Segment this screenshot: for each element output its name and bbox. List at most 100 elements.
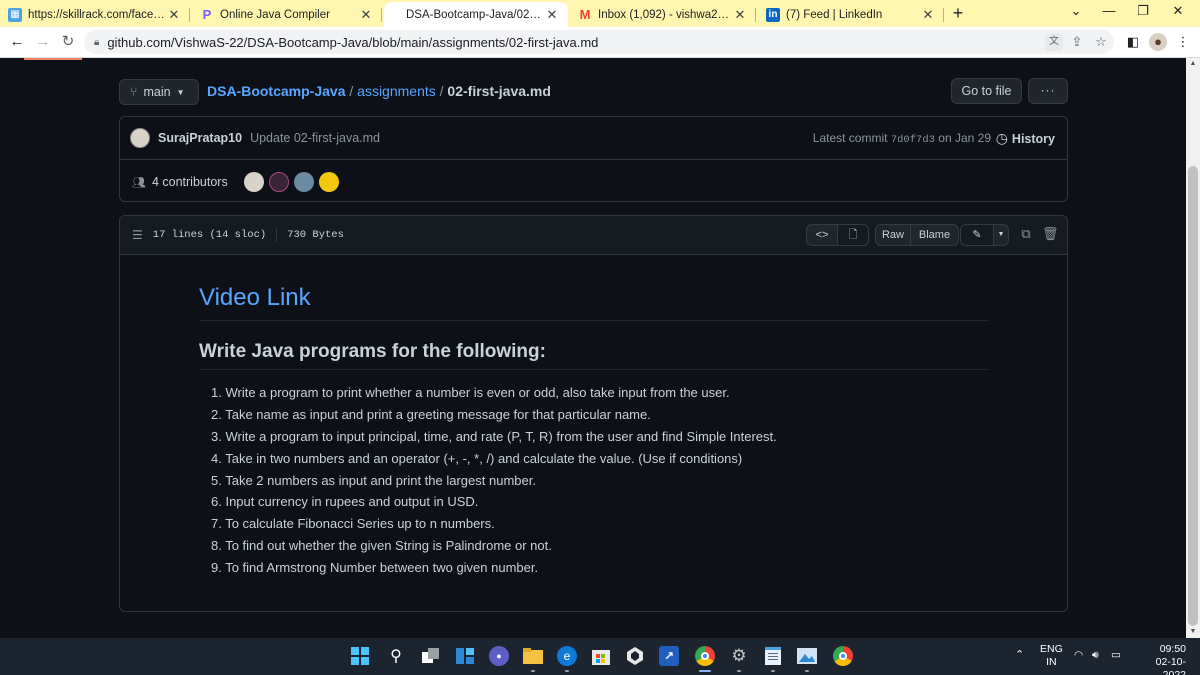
translate-icon[interactable]: 文 [1045,33,1063,51]
breadcrumb-repo-link[interactable]: DSA-Bootcamp-Java [207,83,345,99]
tab-online-java-compiler[interactable]: P Online Java Compiler ✕ [192,2,382,27]
language-indicator[interactable]: ENG IN [1040,643,1063,669]
store-icon[interactable] [591,646,611,666]
raw-button[interactable]: Raw [875,224,911,246]
list-item: 8. To find out whether the given String … [211,538,552,554]
list-item: 1. Write a program to print whether a nu… [211,385,730,400]
task-view-icon[interactable] [421,646,441,666]
running-indicator [531,670,535,672]
contributor-avatar[interactable] [243,172,264,192]
copy-icon[interactable]: ⧉ [1018,226,1034,242]
edit-pencil-icon[interactable]: ✎ [960,224,994,246]
list-item: 9. To find Armstrong Number between two … [211,560,539,576]
tab-search-icon[interactable]: ⌄ [1063,3,1089,19]
chrome-menu-icon[interactable]: ⋮ [1174,33,1192,51]
contributor-avatar[interactable] [318,172,339,192]
close-icon[interactable]: ✕ [732,7,748,23]
people-icon: 👥︎ [132,176,146,189]
more-options-button[interactable]: ··· [1028,78,1068,104]
author-avatar[interactable] [130,128,150,148]
commit-sha-link[interactable]: 7d0f7d3 [891,134,935,146]
trash-icon[interactable]: 🗑︎ [1042,226,1059,242]
breadcrumb: DSA-Bootcamp-Java / assignments / 02-fir… [207,83,551,99]
side-panel-icon[interactable]: ◧ [1124,33,1142,51]
close-icon[interactable]: ✕ [920,7,936,23]
reload-icon[interactable]: ↻ [57,32,79,52]
file-viewer: ☰ 17 lines (14 sloc) 730 Bytes <> 🗋︎ Raw… [119,215,1068,612]
scroll-down-icon[interactable]: ▼ [1186,626,1200,638]
settings-gear-icon[interactable]: ⚙ [729,646,749,666]
scroll-up-icon[interactable]: ▲ [1186,58,1200,70]
blame-button[interactable]: Blame [910,224,959,246]
search-icon[interactable]: ⚲ [386,646,406,666]
wifi-icon[interactable]: ◠ [1074,649,1083,662]
preview-icon[interactable]: 🗋︎ [837,224,869,246]
notepad-icon[interactable] [763,646,783,666]
running-indicator [565,670,569,672]
history-link[interactable]: ◷ History [996,130,1055,147]
scrollbar-thumb[interactable] [1188,166,1198,626]
volume-icon[interactable]: 🔊︎ [1092,649,1099,662]
contributor-avatar[interactable] [293,172,314,192]
breadcrumb-file: 02-first-java.md [447,83,551,99]
github-page: ⑂ main ▼ DSA-Bootcamp-Java / assignments… [0,58,1186,638]
gmail-icon: M [579,7,591,22]
tab-gmail[interactable]: M Inbox (1,092) - vishwa20042003 ✕ [570,2,756,27]
divider [120,159,1067,160]
commit-author-link[interactable]: SurajPratap10 [158,131,242,145]
forward-icon[interactable]: → [32,32,54,52]
chrome-icon[interactable] [695,646,715,666]
restore-icon[interactable]: ❐ [1130,3,1156,19]
page-scrollbar[interactable]: ▲ ▼ [1186,58,1200,638]
contributor-avatar[interactable] [268,172,289,192]
share-icon[interactable]: ⇪ [1068,33,1086,51]
widgets-icon[interactable] [455,646,475,666]
branch-name: main [143,85,171,99]
commit-date: on Jan 29 [938,131,991,145]
line-count: 17 lines (14 sloc) [152,229,267,241]
tab-linkedin[interactable]: in (7) Feed | LinkedIn ✕ [758,2,944,27]
latest-commit-label: Latest commit [812,131,888,145]
contributors-row[interactable]: 👥︎ 4 contributors [132,172,339,192]
new-tab-button[interactable]: + [948,4,968,24]
clock[interactable]: 09:50 02-10-2022 [1134,643,1186,675]
window-close-icon[interactable]: ✕ [1165,3,1191,19]
edge-icon[interactable]: e [557,646,577,666]
battery-icon[interactable]: ▭ [1111,649,1121,662]
close-icon[interactable]: ✕ [544,7,560,23]
assignment-list: 1. Write a program to print whether a nu… [199,382,989,579]
tab-github-file[interactable]: DSA-Bootcamp-Java/02-first-java ✕ [384,2,568,27]
tray-overflow-icon[interactable]: ⌃ [1015,649,1024,662]
video-link-heading[interactable]: Video Link [199,284,989,321]
app-icon[interactable] [625,646,645,666]
minimize-icon[interactable]: — [1096,3,1122,18]
vscode-like-icon[interactable]: ↗ [659,646,679,666]
lock-icon: 🔒︎ [94,36,100,48]
close-icon[interactable]: ✕ [166,7,182,23]
address-bar[interactable]: 🔒︎ github.com/VishwaS-22/DSA-Bootcamp-Ja… [84,30,1114,54]
photos-icon[interactable] [797,646,817,666]
back-icon[interactable]: ← [6,32,28,52]
file-explorer-icon[interactable] [523,646,543,666]
go-to-file-button[interactable]: Go to file [951,78,1022,104]
tab-title: Inbox (1,092) - vishwa20042003 [598,8,732,21]
section-heading: Write Java programs for the following: [199,341,989,370]
edit-dropdown-icon[interactable]: ▼ [993,224,1009,246]
windows-start-icon[interactable] [350,646,370,666]
code-view-icon[interactable]: <> [806,224,838,246]
branch-select-button[interactable]: ⑂ main ▼ [119,79,199,105]
url-text: github.com/VishwaS-22/DSA-Bootcamp-Java/… [107,34,599,50]
close-icon[interactable]: ✕ [358,7,374,23]
breadcrumb-dir-link[interactable]: assignments [357,83,436,99]
chrome-profile-icon[interactable] [833,646,853,666]
outline-icon[interactable]: ☰ [132,228,143,242]
commit-message-link[interactable]: Update 02-first-java.md [250,131,380,145]
latest-commit-info: Latest commit 7d0f7d3 on Jan 29 [813,131,991,146]
history-label: History [1011,131,1055,146]
tab-skillrack[interactable]: ▦ https://skillrack.com/faces/index ✕ [0,2,190,27]
chat-icon[interactable]: ● [489,646,509,666]
divider [276,228,278,242]
profile-avatar[interactable]: ● [1149,33,1167,51]
bookmark-star-icon[interactable]: ☆ [1092,33,1110,51]
history-icon: ◷ [995,130,1008,146]
